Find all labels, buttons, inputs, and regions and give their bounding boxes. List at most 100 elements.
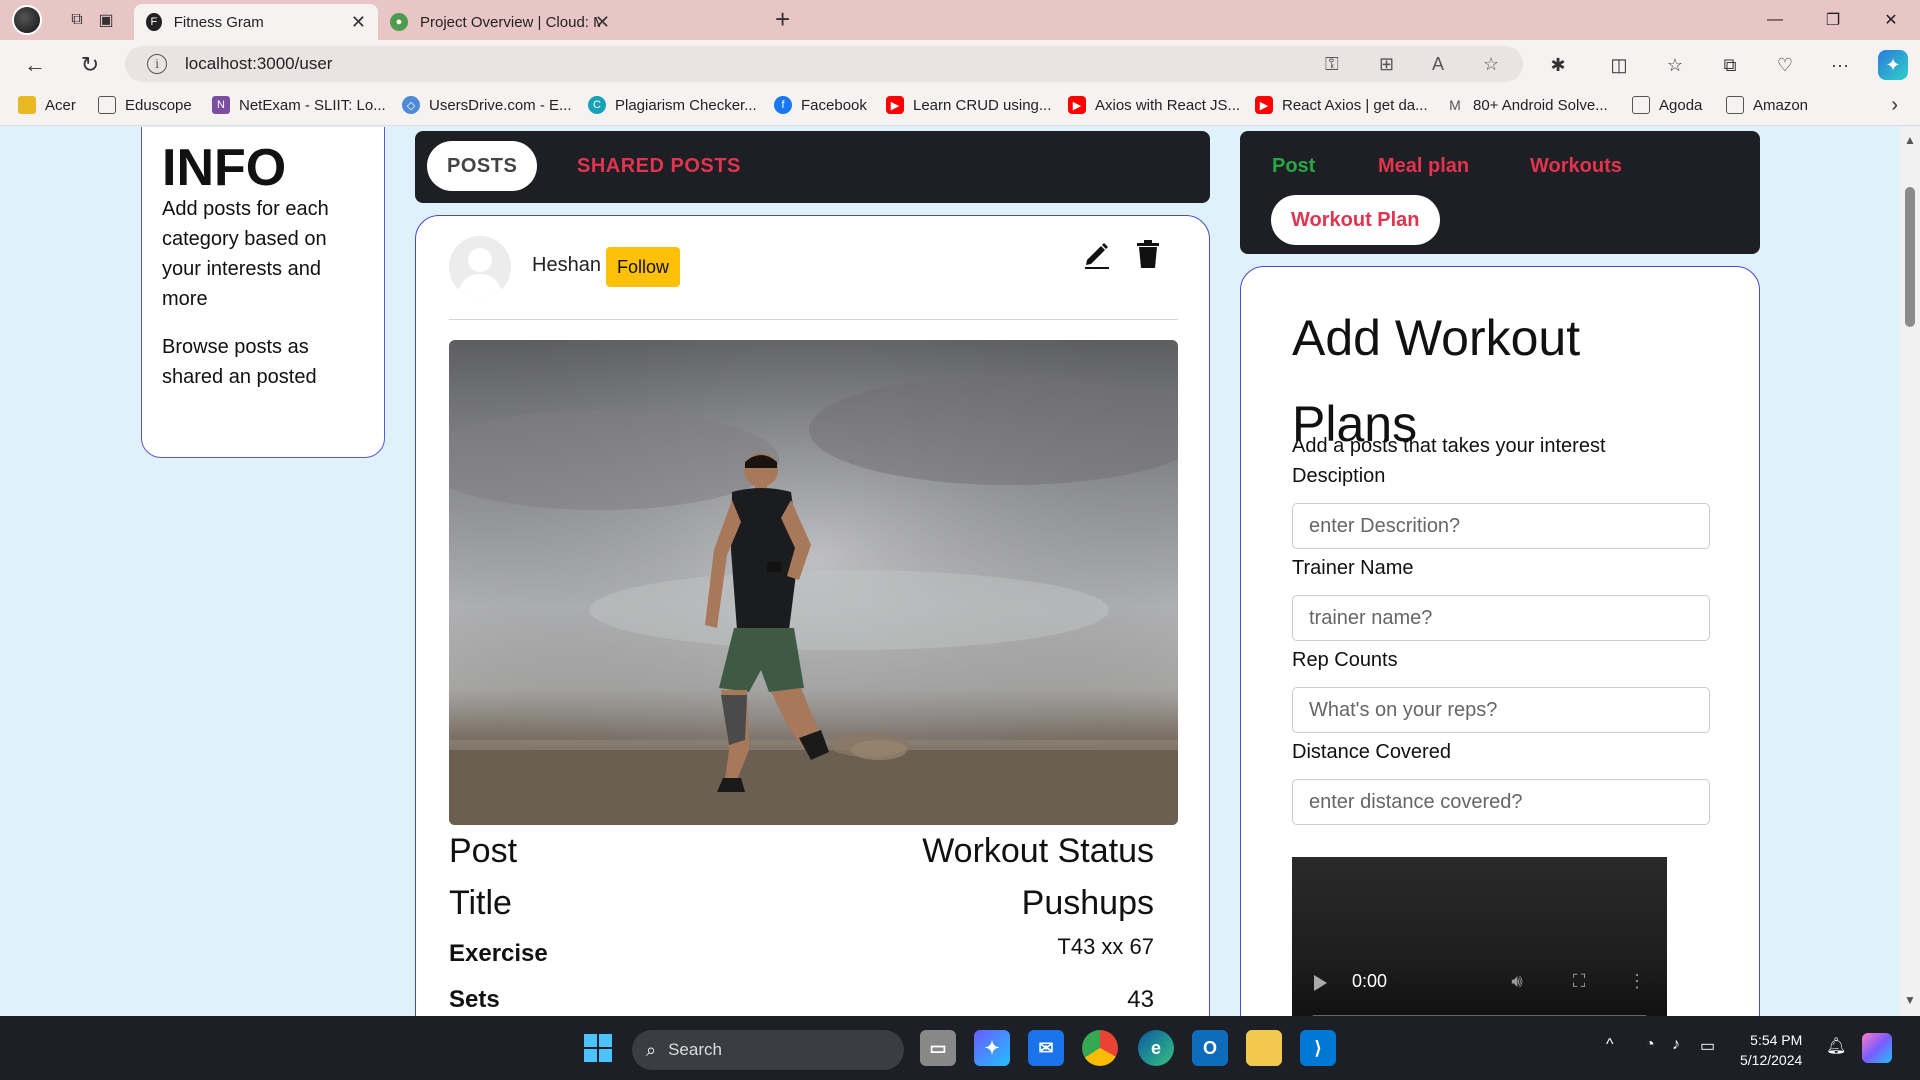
bookmark-agoda[interactable]: Agoda: [1632, 96, 1702, 114]
bookmark-label: UsersDrive.com - E...: [429, 96, 572, 114]
split-screen-icon[interactable]: ◫: [1604, 50, 1634, 80]
tab-project-overview[interactable]: ● Project Overview | Cloud: Mongo ✕: [378, 4, 622, 40]
favorite-star-icon[interactable]: ☆: [1483, 54, 1499, 75]
tray-chevron-up-icon[interactable]: ^: [1606, 1036, 1614, 1054]
scroll-down-icon[interactable]: ▼: [1904, 993, 1916, 1007]
scroll-up-icon[interactable]: ▲: [1904, 133, 1916, 147]
back-icon[interactable]: ←: [20, 50, 50, 80]
windows-start-icon[interactable]: [580, 1030, 616, 1066]
bookmark-plagiarism[interactable]: C Plagiarism Checker...: [588, 96, 757, 114]
favorites-icon[interactable]: ☆: [1660, 50, 1690, 80]
distance-covered-input[interactable]: [1292, 779, 1710, 825]
battery-icon[interactable]: ▭: [1700, 1036, 1715, 1056]
password-key-icon[interactable]: ⚿: [1325, 54, 1339, 75]
info-browse-text: Browse posts as shared an posted: [162, 336, 317, 388]
minimize-icon[interactable]: —: [1750, 6, 1800, 34]
refresh-icon[interactable]: ↻: [75, 50, 105, 80]
edge-icon[interactable]: e: [1138, 1030, 1174, 1066]
tab-workout-plan[interactable]: Workout Plan: [1271, 195, 1440, 245]
rep-counts-input[interactable]: [1292, 687, 1710, 733]
outlook-icon[interactable]: O: [1192, 1030, 1228, 1066]
post-label: Post: [449, 832, 518, 870]
collections-icon[interactable]: ⧉: [1715, 50, 1745, 80]
url-text[interactable]: localhost:3000/user: [185, 54, 332, 74]
trainer-name-input[interactable]: [1292, 595, 1710, 641]
bookmark-facebook[interactable]: f Facebook: [774, 96, 867, 114]
notification-bell-icon[interactable]: 🔔︎: [1826, 1036, 1846, 1056]
exercise-label: Exercise: [449, 940, 548, 967]
bookmark-label: Acer: [45, 96, 76, 114]
bookmark-react-axios[interactable]: ▶ React Axios | get da...: [1255, 96, 1428, 114]
workspaces-icon[interactable]: ⧉: [63, 6, 91, 34]
bookmark-android[interactable]: M 80+ Android Solve...: [1446, 96, 1608, 114]
extensions-icon[interactable]: ✱: [1543, 50, 1573, 80]
bookmark-learn-crud[interactable]: ▶ Learn CRUD using...: [886, 96, 1051, 114]
url-field[interactable]: i localhost:3000/user ⚿ ⊞ A ☆: [125, 46, 1523, 82]
description-input[interactable]: [1292, 503, 1710, 549]
close-window-icon[interactable]: ✕: [1866, 6, 1916, 34]
bookmark-eduscope[interactable]: Eduscope: [98, 96, 192, 114]
exercise-value: T43 xx 67: [1057, 934, 1154, 959]
delete-trash-icon[interactable]: [1134, 238, 1162, 270]
copilot-taskbar-icon[interactable]: ✦: [974, 1030, 1010, 1066]
volume-tray-icon[interactable]: ♪: [1672, 1036, 1680, 1054]
copilot-icon[interactable]: ✦: [1878, 50, 1908, 80]
site-info-icon[interactable]: i: [147, 54, 167, 74]
more-options-icon[interactable]: ···: [1825, 50, 1855, 80]
vertical-tabs-icon[interactable]: ▣: [92, 6, 120, 34]
tab-shared-posts[interactable]: SHARED POSTS: [557, 141, 761, 191]
wifi-icon[interactable]: ◔: [1645, 1036, 1655, 1054]
task-view-icon[interactable]: ▭: [920, 1030, 956, 1066]
tab-posts[interactable]: POSTS: [427, 141, 538, 191]
video-more-icon[interactable]: ⋮: [1626, 970, 1648, 992]
read-aloud-icon[interactable]: A: [1432, 54, 1444, 75]
browser-essentials-icon[interactable]: ♡: [1770, 50, 1800, 80]
follow-button[interactable]: Follow: [606, 247, 681, 287]
tab-meal-plan[interactable]: Meal plan: [1378, 155, 1469, 178]
post-author-name[interactable]: Heshan: [532, 254, 601, 277]
page-scrollbar[interactable]: ▲ ▼: [1900, 127, 1920, 1016]
mail-icon[interactable]: ✉: [1028, 1030, 1064, 1066]
file-explorer-icon[interactable]: [1246, 1030, 1282, 1066]
bookmark-label: NetExam - SLIIT: Lo...: [239, 96, 386, 114]
close-tab-icon[interactable]: ✕: [595, 12, 610, 33]
close-tab-icon[interactable]: ✕: [351, 12, 366, 33]
chrome-icon[interactable]: [1082, 1030, 1118, 1066]
fullscreen-icon[interactable]: ⛶: [1568, 970, 1590, 992]
tab-workouts[interactable]: Workouts: [1530, 155, 1622, 178]
new-tab-icon[interactable]: +: [775, 4, 790, 35]
bookmark-amazon[interactable]: Amazon: [1726, 96, 1808, 114]
info-title: INFO: [162, 139, 287, 197]
browser-profile-avatar[interactable]: [12, 5, 42, 35]
usersdrive-icon: ◇: [402, 96, 420, 114]
facebook-icon: f: [774, 96, 792, 114]
copilot-pre-icon[interactable]: [1862, 1033, 1892, 1063]
play-icon[interactable]: [1314, 975, 1327, 991]
form-subtitle: Add a posts that takes your interest: [1292, 435, 1606, 457]
video-player[interactable]: 0:00 🔊︎ ⛶ ⋮: [1292, 857, 1667, 1016]
bookmark-label: Facebook: [801, 96, 867, 114]
volume-icon[interactable]: 🔊︎: [1506, 970, 1528, 992]
restore-icon[interactable]: ❐: [1808, 6, 1858, 34]
vscode-icon[interactable]: ⟩: [1300, 1030, 1336, 1066]
scrollbar-thumb[interactable]: [1905, 187, 1915, 327]
app-available-icon[interactable]: ⊞: [1379, 54, 1394, 75]
chevron-right-icon[interactable]: ›: [1891, 94, 1898, 117]
tab-title: Fitness Gram: [173, 13, 264, 31]
page-icon: [1632, 96, 1650, 114]
post-row-1: Post Workout Status: [449, 832, 1154, 871]
tab-post[interactable]: Post: [1272, 155, 1315, 178]
bookmark-netexam[interactable]: N NetExam - SLIIT: Lo...: [212, 96, 386, 114]
bookmark-label: 80+ Android Solve...: [1473, 96, 1608, 114]
edit-pencil-icon[interactable]: [1081, 238, 1113, 270]
bookmark-acer[interactable]: Acer: [18, 96, 76, 114]
taskbar-search[interactable]: ⌕ Search: [632, 1030, 904, 1070]
folder-icon: [18, 96, 36, 114]
tab-fitness-gram[interactable]: F Fitness Gram ✕: [134, 4, 378, 40]
avatar[interactable]: [449, 236, 511, 298]
taskbar-clock[interactable]: 5:54 PM 5/12/2024: [1740, 1030, 1802, 1070]
bookmark-axios-react[interactable]: ▶ Axios with React JS...: [1068, 96, 1240, 114]
video-time: 0:00: [1352, 971, 1388, 991]
bookmark-usersdrive[interactable]: ◇ UsersDrive.com - E...: [402, 96, 572, 114]
bookmark-label: Axios with React JS...: [1095, 96, 1241, 114]
